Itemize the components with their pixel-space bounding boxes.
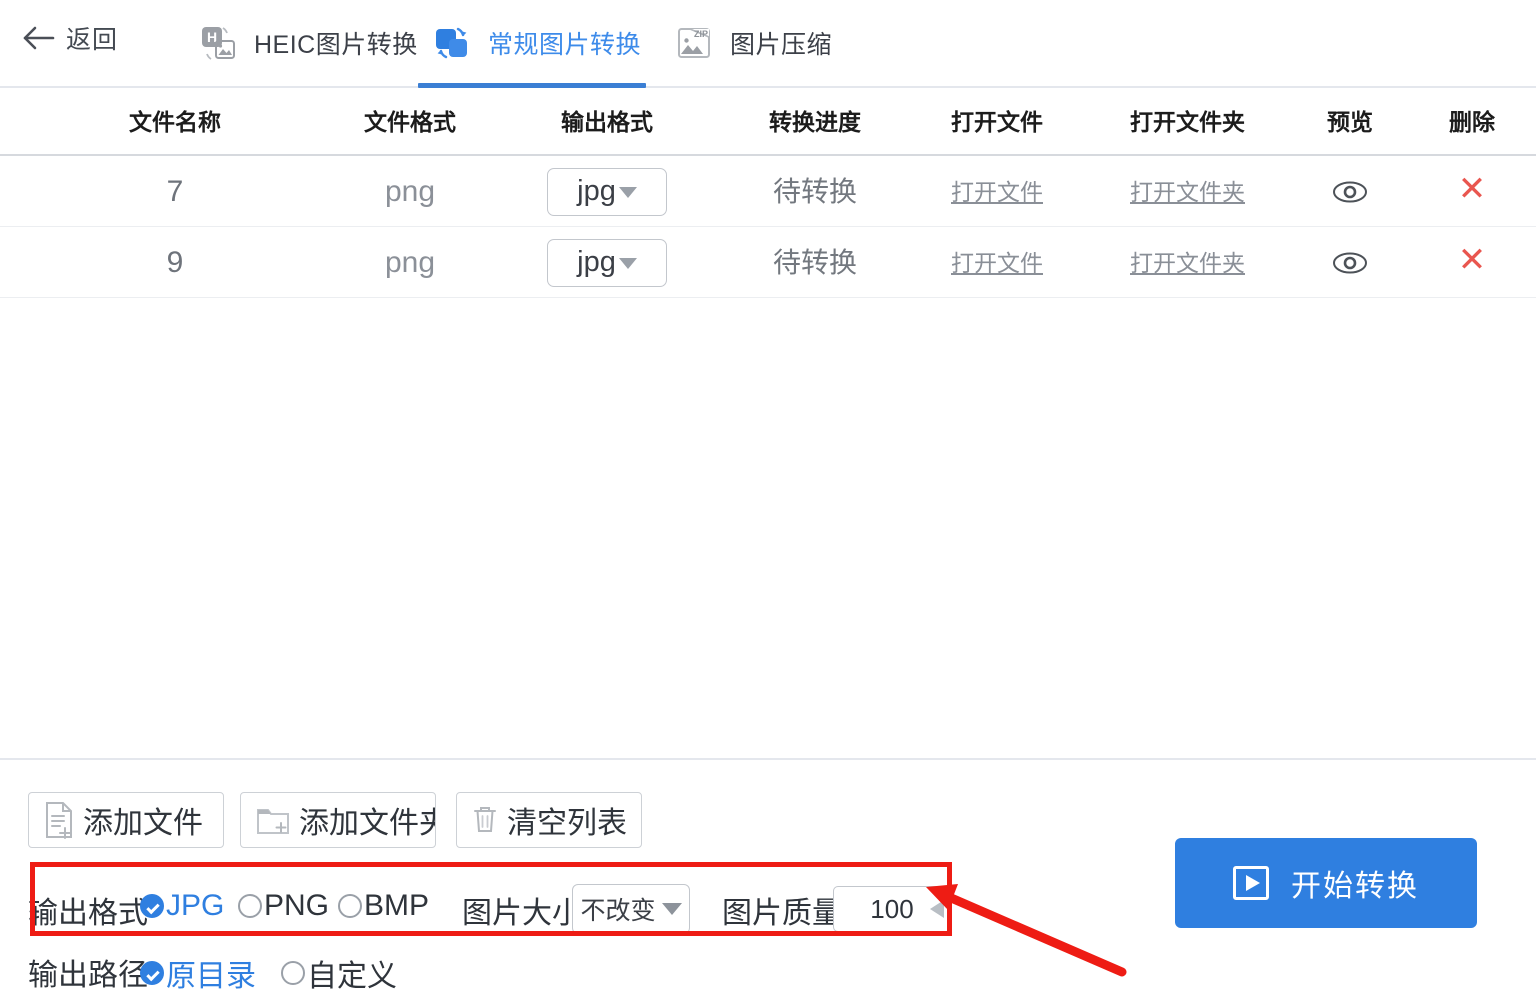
- output-format-value: jpg: [577, 175, 616, 207]
- column-header-progress: 转换进度: [769, 109, 861, 135]
- cell-openfile: 打开文件: [912, 156, 1082, 227]
- column-header-openfile: 打开文件: [951, 109, 1043, 135]
- tab-image-compress-label: 图片压缩: [730, 31, 833, 59]
- image-quality-value: 100: [870, 893, 914, 924]
- open-file-link[interactable]: 打开文件: [951, 250, 1043, 276]
- add-file-button[interactable]: 添加文件: [28, 792, 224, 848]
- cell-delete: ✕: [1412, 227, 1532, 298]
- format-radio-bmp-label: BMP: [364, 889, 430, 922]
- eye-icon[interactable]: [1331, 179, 1369, 205]
- trash-icon: [474, 807, 496, 832]
- output-path-row: 输出路径 原目录 自定义: [0, 942, 800, 995]
- path-radio-original-label: 原目录: [166, 960, 256, 993]
- cell-outputformat: jpg: [522, 156, 692, 227]
- radio-dot-custom: [281, 961, 305, 985]
- path-radio-custom[interactable]: 自定义: [281, 951, 397, 995]
- output-format-label: 输出格式: [28, 897, 148, 930]
- folder-plus-icon: [257, 809, 289, 834]
- image-size-dropdown[interactable]: 不改变: [572, 884, 690, 934]
- image-quality-label: 图片质量: [722, 897, 842, 930]
- format-radio-bmp[interactable]: BMP: [338, 889, 429, 923]
- format-radio-png[interactable]: PNG: [238, 889, 329, 923]
- radio-dot-bmp: [338, 894, 362, 918]
- column-header-fileformat: 文件格式: [364, 109, 456, 135]
- cell-openfolder: 打开文件夹: [1090, 227, 1285, 298]
- column-header-openfolder: 打开文件夹: [1130, 109, 1245, 135]
- image-convert-icon: [436, 27, 467, 59]
- cell-filename: 9: [166, 246, 184, 279]
- chevron-down-icon: [618, 258, 637, 269]
- table-row: 7 png jpg 待转换 打开文件 打开文件夹 ✕: [0, 156, 1536, 227]
- heic-convert-icon: H: [202, 27, 235, 60]
- radio-dot-original: [140, 961, 164, 985]
- stepper-arrow-icon[interactable]: [930, 900, 944, 918]
- svg-text:ZIP: ZIP: [694, 29, 708, 39]
- cell-fileformat: png: [384, 175, 436, 208]
- cell-delete: ✕: [1412, 156, 1532, 227]
- cell-fileformat: png: [384, 246, 436, 279]
- image-size-label: 图片大小: [462, 897, 582, 930]
- close-x-icon[interactable]: ✕: [1458, 241, 1487, 279]
- output-options-row: 输出格式 JPG PNG BMP 图片大小 不改变 图片质量 100: [0, 880, 1100, 934]
- table-header-row: 文件名称 文件格式 输出格式 转换进度 打开文件 打开文件夹 预览 删除: [0, 88, 1536, 156]
- tab-image-convert-label: 常规图片转换: [488, 31, 642, 59]
- arrow-left-icon: [23, 26, 55, 50]
- image-quality-input[interactable]: 100: [833, 886, 951, 932]
- back-button[interactable]: 返回: [22, 20, 118, 56]
- cell-progress: 待转换: [772, 247, 857, 278]
- tab-heic-convert[interactable]: H HEIC图片转换: [196, 14, 418, 72]
- output-path-label: 输出路径: [28, 959, 148, 992]
- file-plus-icon: [46, 802, 72, 839]
- tab-image-compress[interactable]: ZIP 图片压缩: [672, 14, 832, 72]
- chevron-down-icon: [661, 903, 682, 915]
- start-convert-button[interactable]: 开始转换: [1175, 838, 1477, 928]
- table-row: 9 png jpg 待转换 打开文件 打开文件夹 ✕: [0, 227, 1536, 298]
- column-header-delete: 删除: [1449, 109, 1495, 135]
- tab-image-convert[interactable]: 常规图片转换: [430, 14, 641, 72]
- clear-list-label: 清空列表: [507, 807, 627, 840]
- app-window: 返回 H HEIC图片转换 常规图片转换 ZIP 图片压缩 文件名称 文件格式 …: [0, 0, 1536, 1002]
- open-folder-link[interactable]: 打开文件夹: [1130, 250, 1245, 276]
- play-icon: [1233, 866, 1269, 900]
- zip-compress-icon: ZIP: [678, 28, 710, 58]
- output-format-dropdown[interactable]: jpg: [547, 238, 667, 287]
- start-convert-label: 开始转换: [1291, 870, 1419, 903]
- cell-openfile: 打开文件: [912, 227, 1082, 298]
- top-navigation-bar: 返回 H HEIC图片转换 常规图片转换 ZIP 图片压缩: [0, 0, 1536, 88]
- radio-dot-png: [238, 894, 262, 918]
- cell-preview: [1290, 156, 1410, 227]
- add-folder-button[interactable]: 添加文件夹: [240, 792, 436, 848]
- format-radio-png-label: PNG: [264, 889, 330, 922]
- open-folder-link[interactable]: 打开文件夹: [1130, 179, 1245, 205]
- column-header-filename: 文件名称: [129, 109, 221, 135]
- column-header-outputformat: 输出格式: [561, 109, 653, 135]
- add-file-label: 添加文件: [83, 807, 203, 840]
- path-radio-original[interactable]: 原目录: [140, 951, 256, 995]
- cell-progress: 待转换: [772, 176, 857, 207]
- path-radio-custom-label: 自定义: [307, 960, 397, 993]
- format-radio-jpg[interactable]: JPG: [140, 889, 224, 923]
- open-file-link[interactable]: 打开文件: [951, 179, 1043, 205]
- add-folder-label: 添加文件夹: [299, 807, 436, 840]
- back-label: 返回: [66, 26, 119, 54]
- format-radio-jpg-label: JPG: [166, 889, 225, 922]
- radio-dot-jpg: [140, 894, 164, 918]
- cell-openfolder: 打开文件夹: [1090, 156, 1285, 227]
- eye-icon[interactable]: [1331, 250, 1369, 276]
- output-format-value: jpg: [577, 246, 616, 278]
- output-format-dropdown[interactable]: jpg: [547, 167, 667, 216]
- tab-heic-convert-label: HEIC图片转换: [254, 31, 418, 59]
- chevron-down-icon: [618, 187, 637, 198]
- cell-preview: [1290, 227, 1410, 298]
- file-list-table: 文件名称 文件格式 输出格式 转换进度 打开文件 打开文件夹 预览 删除 7 p…: [0, 88, 1536, 758]
- cell-filename: 7: [166, 175, 184, 208]
- image-size-value: 不改变: [580, 897, 656, 925]
- clear-list-button[interactable]: 清空列表: [456, 792, 642, 848]
- column-header-preview: 预览: [1327, 109, 1373, 135]
- close-x-icon[interactable]: ✕: [1458, 170, 1487, 208]
- cell-outputformat: jpg: [522, 227, 692, 298]
